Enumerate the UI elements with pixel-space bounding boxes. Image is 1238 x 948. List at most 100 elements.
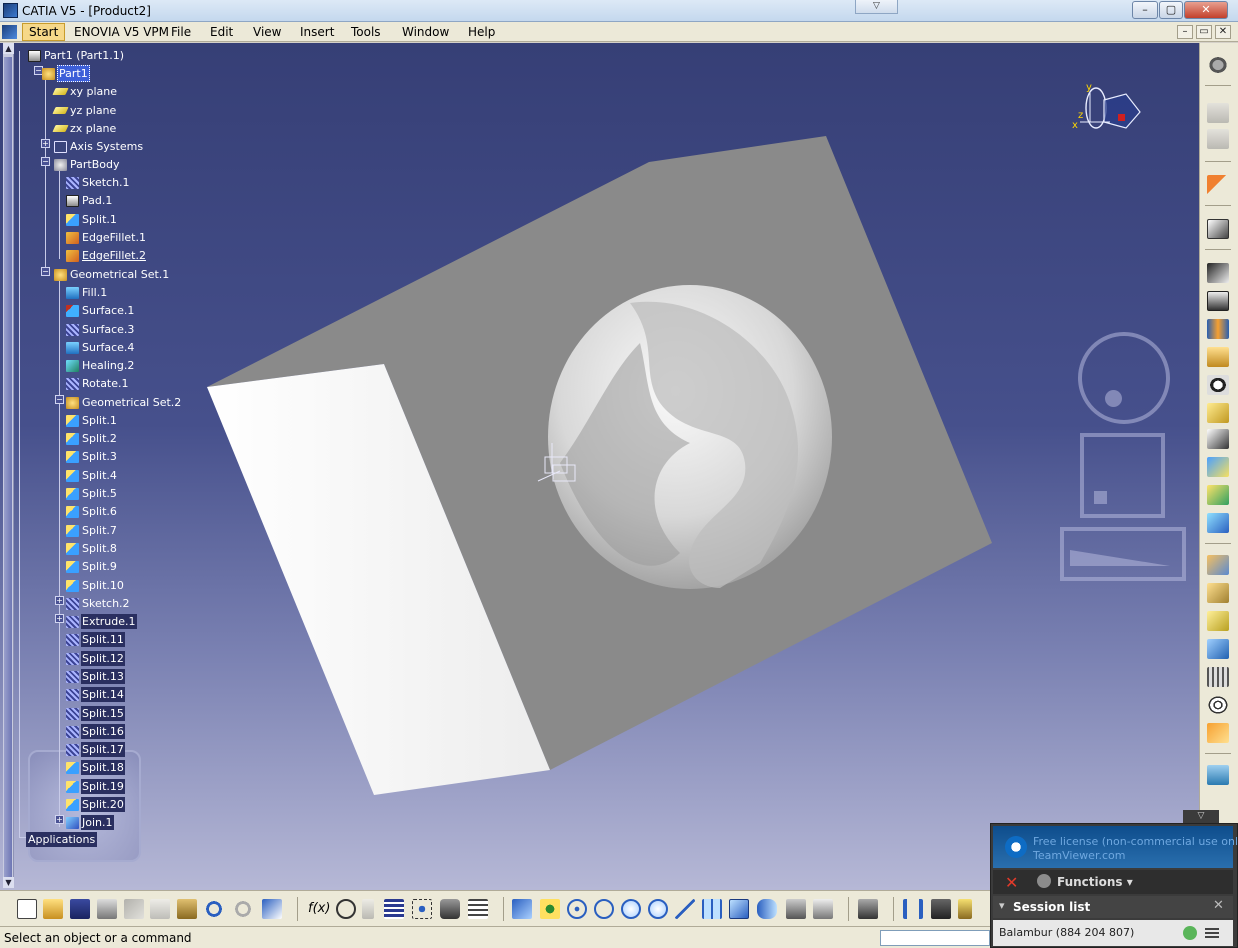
measure-inertia-icon[interactable] <box>958 899 972 919</box>
zoom-in-icon[interactable] <box>621 899 641 919</box>
session-list-close-icon[interactable]: ✕ <box>1213 898 1224 913</box>
pan-widget-knob[interactable] <box>1094 491 1107 504</box>
groove-tool-icon[interactable] <box>1207 375 1229 395</box>
scroll-down-arrow-icon[interactable]: ▼ <box>3 877 14 888</box>
tree-healing-2[interactable]: Healing.2 <box>66 355 135 372</box>
shell-tool-icon[interactable] <box>1207 639 1229 659</box>
tree-surface-1[interactable]: Surface.1 <box>66 300 135 317</box>
design-table-icon[interactable] <box>1207 129 1229 149</box>
tree-partbody[interactable]: PartBody <box>54 154 120 171</box>
partner-menu-icon[interactable] <box>1205 928 1219 938</box>
copy-icon[interactable] <box>150 899 170 919</box>
tree-split-15[interactable]: Split.15 <box>66 703 125 721</box>
teamviewer-close-session-icon[interactable]: ✕ <box>1005 873 1018 892</box>
tree-geometrical-set-1[interactable]: Geometrical Set.1 <box>54 264 170 281</box>
tree-surface-4[interactable]: Surface.4 <box>66 337 135 354</box>
scroll-up-arrow-icon[interactable]: ▲ <box>3 43 14 54</box>
cut-icon[interactable] <box>124 899 144 919</box>
hole-tool-icon[interactable] <box>1207 347 1229 367</box>
tree-zx-plane[interactable]: zx plane <box>52 118 117 135</box>
collapse-gset1-icon[interactable]: − <box>41 267 50 276</box>
tree-split-3[interactable]: Split.3 <box>66 446 118 463</box>
menu-window[interactable]: Window <box>402 25 449 39</box>
sketcher-icon[interactable] <box>1207 219 1229 239</box>
menu-file[interactable]: File <box>171 25 191 39</box>
functions-menu-button[interactable]: Functions ▾ <box>1057 875 1133 889</box>
expand-axis-systems-icon[interactable]: + <box>41 139 50 148</box>
tree-split-14[interactable]: Split.14 <box>66 684 125 702</box>
menu-edit[interactable]: Edit <box>210 25 233 39</box>
rotate-widget-knob[interactable] <box>1105 390 1122 407</box>
collapse-gset2-icon[interactable]: − <box>55 395 64 404</box>
tree-part1[interactable]: Part1 <box>42 63 90 82</box>
menu-tools[interactable]: Tools <box>351 25 381 39</box>
doc-minimize-button[interactable]: – <box>1177 25 1193 39</box>
scrollbar-thumb[interactable] <box>4 57 12 877</box>
tree-edgefillet-1[interactable]: EdgeFillet.1 <box>66 227 147 244</box>
tree-split-19[interactable]: Split.19 <box>66 776 125 794</box>
redo-icon[interactable] <box>233 899 253 919</box>
tree-split-4[interactable]: Split.4 <box>66 465 118 482</box>
stiffener-tool-icon[interactable] <box>1207 457 1229 477</box>
tree-body-split-1[interactable]: Split.1 <box>66 209 118 226</box>
menu-enovia[interactable]: ENOVIA V5 VPM <box>74 25 169 39</box>
boolean-tool-icon[interactable] <box>1207 723 1229 743</box>
new-file-icon[interactable] <box>17 899 37 919</box>
session-list-toggle-icon[interactable]: ▾ <box>999 899 1005 912</box>
pan-widget[interactable] <box>1080 433 1165 518</box>
menu-view[interactable]: View <box>253 25 281 39</box>
tree-split-13[interactable]: Split.13 <box>66 666 125 684</box>
hide-show-icon[interactable] <box>786 899 806 919</box>
tree-geometrical-set-2[interactable]: Geometrical Set.2 <box>66 392 182 409</box>
formula-icon[interactable]: f(x) <box>308 899 330 919</box>
relations-icon[interactable] <box>412 899 432 919</box>
settings-gear-icon[interactable] <box>1207 55 1229 75</box>
catalog-icon[interactable] <box>1207 103 1229 123</box>
thick-surface-icon[interactable] <box>1207 513 1229 533</box>
knowledge-icon[interactable] <box>362 899 374 919</box>
photo-studio-icon[interactable] <box>858 899 878 919</box>
whats-this-help-icon[interactable] <box>262 899 282 919</box>
pad-tool-icon[interactable] <box>1207 263 1229 283</box>
command-input[interactable] <box>880 930 990 946</box>
tree-split-17[interactable]: Split.17 <box>66 739 125 757</box>
list-icon[interactable] <box>468 899 488 919</box>
doc-close-button[interactable]: ✕ <box>1215 25 1231 39</box>
pattern-tool-icon[interactable] <box>1207 667 1229 687</box>
menu-help[interactable]: Help <box>468 25 495 39</box>
open-folder-icon[interactable] <box>43 899 63 919</box>
collapse-partbody-icon[interactable]: − <box>41 157 50 166</box>
swap-space-icon[interactable] <box>813 899 833 919</box>
shaft-tool-icon[interactable] <box>1207 319 1229 339</box>
tree-scrollbar[interactable]: ▲ ▼ <box>3 43 14 888</box>
shading-icon[interactable] <box>757 899 777 919</box>
fly-mode-icon[interactable] <box>512 899 532 919</box>
teamviewer-site-link[interactable]: TeamViewer.com <box>1033 849 1125 862</box>
rib-tool-icon[interactable] <box>1207 403 1229 423</box>
expand-extrude-1-icon[interactable]: + <box>55 614 64 623</box>
comment-icon[interactable] <box>336 899 356 919</box>
tree-edgefillet-2[interactable]: EdgeFillet.2 <box>66 245 147 262</box>
quick-menu-button[interactable]: ▽ <box>855 0 898 14</box>
tree-rotate-1[interactable]: Rotate.1 <box>66 373 130 390</box>
tree-extrude-1[interactable]: Extrude.1 <box>66 611 137 629</box>
tree-pad-1[interactable]: Pad.1 <box>66 190 113 207</box>
tree-root-product[interactable]: Part1 (Part1.1) <box>28 45 125 62</box>
undo-icon[interactable] <box>204 899 224 919</box>
tree-join-1[interactable]: Join.1 <box>66 812 114 830</box>
save-icon[interactable] <box>70 899 90 919</box>
draft-tool-icon[interactable] <box>1207 611 1229 631</box>
pocket-tool-icon[interactable] <box>1207 291 1229 311</box>
tree-split-8[interactable]: Split.8 <box>66 538 118 555</box>
tree-split-5[interactable]: Split.5 <box>66 483 118 500</box>
pan-icon[interactable] <box>567 899 587 919</box>
tree-split-12[interactable]: Split.12 <box>66 648 125 666</box>
tree-split-6[interactable]: Split.6 <box>66 501 118 518</box>
menu-start[interactable]: Start <box>22 23 66 41</box>
apply-material-icon[interactable] <box>1207 765 1229 785</box>
catia-app-icon[interactable] <box>3 3 18 18</box>
tree-sketch-2[interactable]: Sketch.2 <box>66 593 131 610</box>
design-table-tool-icon[interactable] <box>384 899 404 919</box>
tree-surface-3[interactable]: Surface.3 <box>66 319 135 336</box>
session-partner-row[interactable]: Balambur (884 204 807) <box>993 920 1233 946</box>
